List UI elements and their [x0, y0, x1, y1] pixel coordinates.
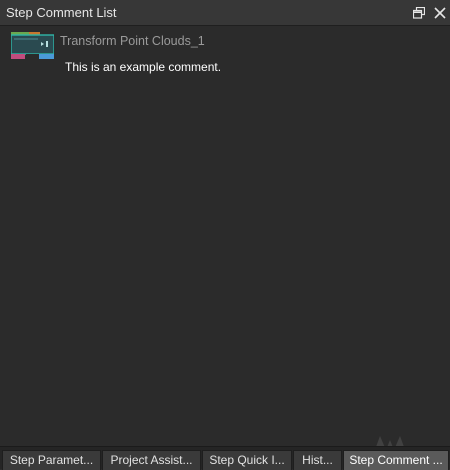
step-comment-list-panel: Step Comment List Transform Point Clouds…	[0, 0, 450, 470]
float-window-icon	[413, 7, 425, 19]
tab-step-quick-info[interactable]: Step Quick I...	[202, 450, 292, 470]
panel-title: Step Comment List	[6, 5, 117, 20]
comment-list: Transform Point Clouds_1 This is an exam…	[0, 27, 450, 446]
close-button[interactable]	[431, 4, 449, 22]
tab-step-comment-list[interactable]: Step Comment ...	[343, 450, 449, 470]
comment-step-name: Transform Point Clouds_1	[60, 34, 205, 48]
tab-step-parameters[interactable]: Step Paramet...	[2, 450, 101, 470]
comment-list-item[interactable]: Transform Point Clouds_1 This is an exam…	[0, 27, 450, 87]
transform-point-clouds-step-icon	[11, 32, 54, 59]
tab-project-assistant[interactable]: Project Assist...	[102, 450, 201, 470]
close-icon	[434, 7, 446, 19]
panel-tab-bar: Step Paramet... Project Assist... Step Q…	[0, 446, 450, 470]
panel-titlebar: Step Comment List	[0, 0, 450, 26]
float-window-button[interactable]	[410, 4, 428, 22]
tab-history[interactable]: Hist...	[293, 450, 342, 470]
comment-text: This is an example comment.	[65, 60, 222, 74]
